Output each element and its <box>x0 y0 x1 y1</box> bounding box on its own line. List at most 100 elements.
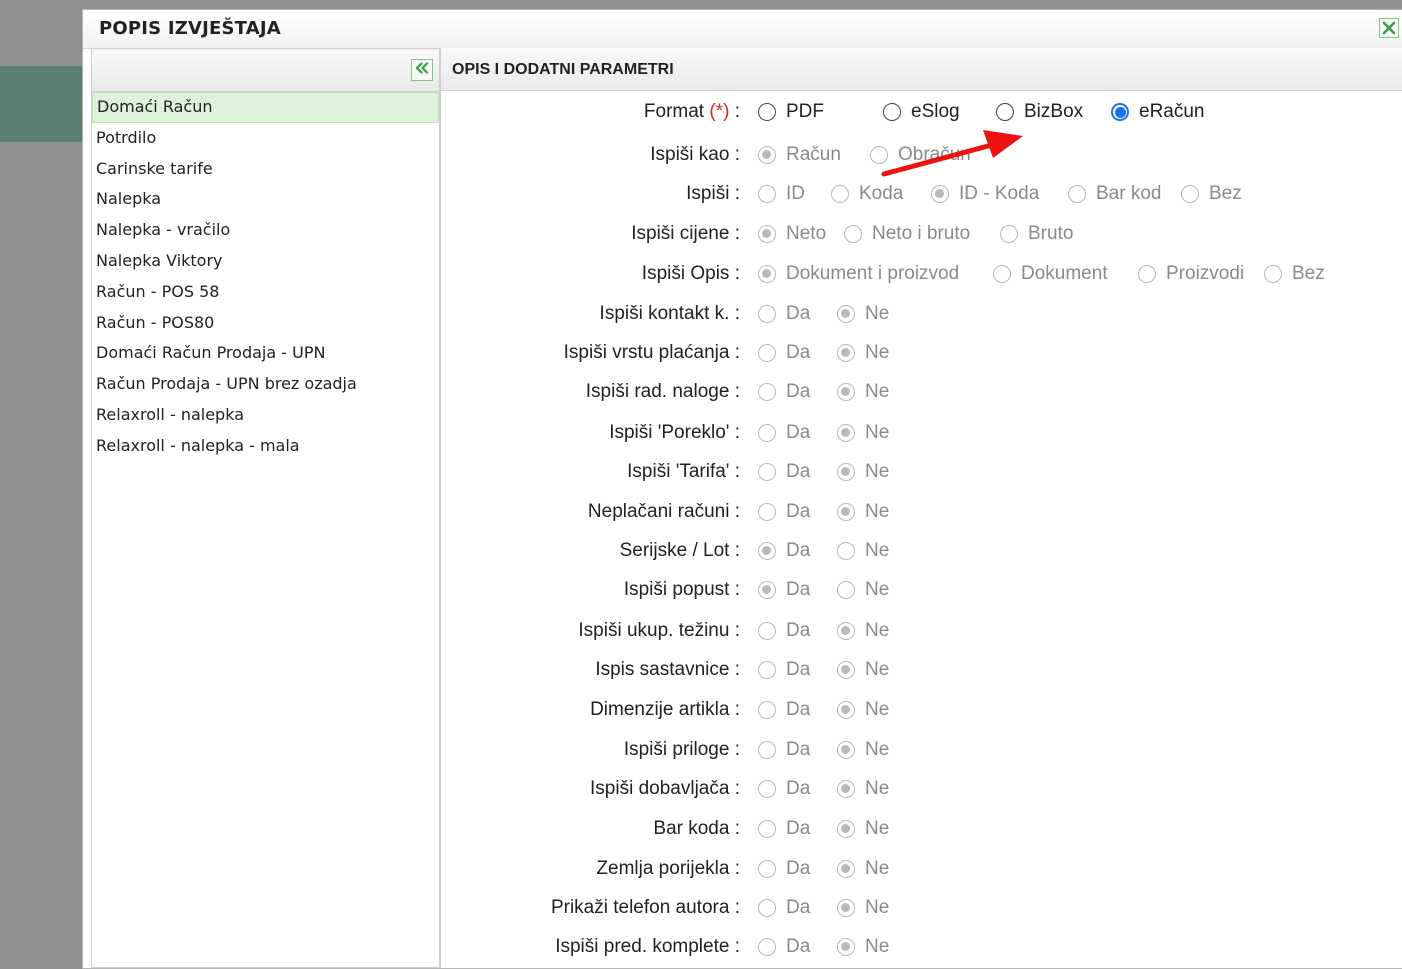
radio-option: Da <box>758 775 810 803</box>
radio-checked-icon <box>837 463 855 481</box>
parameter-label: Format (*) : <box>643 101 740 122</box>
radio-option-label: Ne <box>865 778 890 799</box>
radio-unchecked-icon <box>758 899 776 917</box>
radio-option-label: Ne <box>865 699 890 720</box>
parameter-label-text: Zemlja porijekla <box>596 858 730 879</box>
radio-option: Ne <box>837 775 889 803</box>
radio-option[interactable]: PDF <box>758 98 824 126</box>
parameter-label: Ispiši cijene : <box>631 223 740 244</box>
radio-option: Proizvodi <box>1138 260 1244 288</box>
parameter-row: Ispiši priloge : Da Ne <box>441 736 1401 764</box>
radio-unchecked-icon[interactable] <box>883 103 901 121</box>
report-list-item[interactable]: Račun - POS80 <box>92 308 439 339</box>
radio-unchecked-icon <box>758 622 776 640</box>
parameter-row: Ispiši cijene : Neto Neto i bruto Bruto <box>441 220 1401 248</box>
report-list-item[interactable]: Potrdilo <box>92 123 439 154</box>
report-list-item[interactable]: Relaxroll - nalepka - mala <box>92 431 439 462</box>
radio-option: Da <box>758 537 810 565</box>
report-list-item[interactable]: Relaxroll - nalepka <box>92 400 439 431</box>
radio-option-label: Ne <box>865 303 890 324</box>
radio-option-label: PDF <box>786 101 824 122</box>
radio-option: Da <box>758 815 810 843</box>
parameter-label: Prikaži telefon autora : <box>550 897 740 918</box>
radio-option-label: Da <box>786 381 811 402</box>
parameter-label-text: Format <box>643 101 705 122</box>
report-list-dialog: POPIS IZVJEŠTAJA Domaći Račun Potrdilo Car… <box>82 9 1402 969</box>
report-list-item[interactable]: Račun - POS 58 <box>92 277 439 308</box>
radio-unchecked-icon <box>1138 265 1156 283</box>
parameter-row: Ispiši pred. komplete : Da Ne <box>441 933 1401 961</box>
report-list-item[interactable]: Nalepka - vračilo <box>92 215 439 246</box>
report-list-item[interactable]: Račun Prodaja - UPN brez ozadja <box>92 369 439 400</box>
radio-option-label: Dokument <box>1021 263 1108 284</box>
report-list-item[interactable]: Carinske tarife <box>92 154 439 185</box>
dialog-header: POPIS IZVJEŠTAJA <box>83 10 1402 49</box>
radio-option[interactable]: eRačun <box>1111 98 1205 126</box>
parameter-label-text: Ispiši priloge <box>623 739 730 760</box>
parameter-label: Dimenzije artikla : <box>590 699 740 720</box>
parameters-panel: OPIS I DODATNI PARAMETRI Format (*) : PDF… <box>440 48 1402 968</box>
parameter-label: Ispis sastavnice : <box>595 659 740 680</box>
radio-option: Ne <box>837 855 889 883</box>
parameter-row: Ispis sastavnice : Da Ne <box>441 656 1401 684</box>
radio-option-label: Da <box>786 501 811 522</box>
report-list-item[interactable]: Domaći Račun Prodaja - UPN <box>92 338 439 369</box>
radio-option-label: Da <box>786 579 811 600</box>
radio-unchecked-icon[interactable] <box>996 103 1014 121</box>
parameter-label: Neplačani računi : <box>587 501 740 522</box>
radio-checked-icon <box>758 542 776 560</box>
radio-checked-icon <box>837 344 855 362</box>
report-list-item[interactable]: Nalepka <box>92 184 439 215</box>
parameter-row: Ispiši 'Poreklo' : Da Ne <box>441 419 1401 447</box>
radio-option-label: Ne <box>865 936 890 957</box>
radio-unchecked-icon <box>844 225 862 243</box>
radio-option-label: Ne <box>865 501 890 522</box>
radio-unchecked-icon <box>758 383 776 401</box>
radio-unchecked-icon <box>831 185 849 203</box>
parameter-label-text: Ispiši rad. naloge <box>585 381 730 402</box>
radio-checked-icon <box>758 146 776 164</box>
radio-option-label: ID <box>786 183 805 204</box>
radio-option: Ne <box>837 498 889 526</box>
radio-checked-icon <box>837 622 855 640</box>
radio-option: Da <box>758 576 810 604</box>
parameter-row: Ispiši rad. naloge : Da Ne <box>441 378 1401 406</box>
radio-checked-icon[interactable] <box>1111 103 1129 121</box>
parameter-label: Ispiši : <box>686 183 740 204</box>
parameter-label: Ispiši 'Tarifa' : <box>627 461 740 482</box>
radio-option-label: Da <box>786 303 811 324</box>
radio-option: Da <box>758 419 810 447</box>
parameter-row: Ispiši ukup. težinu : Da Ne <box>441 617 1401 645</box>
radio-option: Ne <box>837 656 889 684</box>
radio-option: Neto <box>758 220 826 248</box>
parameter-label: Bar koda : <box>653 818 740 839</box>
radio-option: Bruto <box>1000 220 1073 248</box>
radio-unchecked-icon <box>758 661 776 679</box>
parameter-row: Neplačani računi : Da Ne <box>441 498 1401 526</box>
required-marker: (*) <box>709 101 730 122</box>
radio-unchecked-icon[interactable] <box>758 103 776 121</box>
radio-option-label: ID - Koda <box>959 183 1040 204</box>
radio-option-label: Ne <box>865 540 890 561</box>
radio-option-label: Da <box>786 540 811 561</box>
report-list-header <box>92 49 439 92</box>
radio-unchecked-icon <box>1068 185 1086 203</box>
radio-option-label: Da <box>786 778 811 799</box>
radio-unchecked-icon <box>758 344 776 362</box>
parameter-label: Ispiši priloge : <box>623 739 740 760</box>
collapse-panel-button[interactable] <box>411 59 433 81</box>
radio-checked-icon <box>758 581 776 599</box>
radio-option-label: Da <box>786 858 811 879</box>
report-list: Domaći Račun Potrdilo Carinske tarife Nalep… <box>92 92 439 462</box>
close-button[interactable] <box>1379 18 1399 38</box>
radio-checked-icon <box>837 503 855 521</box>
report-list-item[interactable]: Domaći Račun <box>92 92 439 123</box>
parameter-label-text: Ispiši dobavljača <box>590 778 730 799</box>
radio-option[interactable]: eSlog <box>883 98 960 126</box>
radio-unchecked-icon <box>1181 185 1199 203</box>
parameter-label-text: Ispiši <box>686 183 730 204</box>
report-list-item[interactable]: Nalepka Viktory <box>92 246 439 277</box>
parameter-label: Zemlja porijekla : <box>596 858 740 879</box>
radio-option-label: eSlog <box>911 101 960 122</box>
radio-option[interactable]: BizBox <box>996 98 1083 126</box>
